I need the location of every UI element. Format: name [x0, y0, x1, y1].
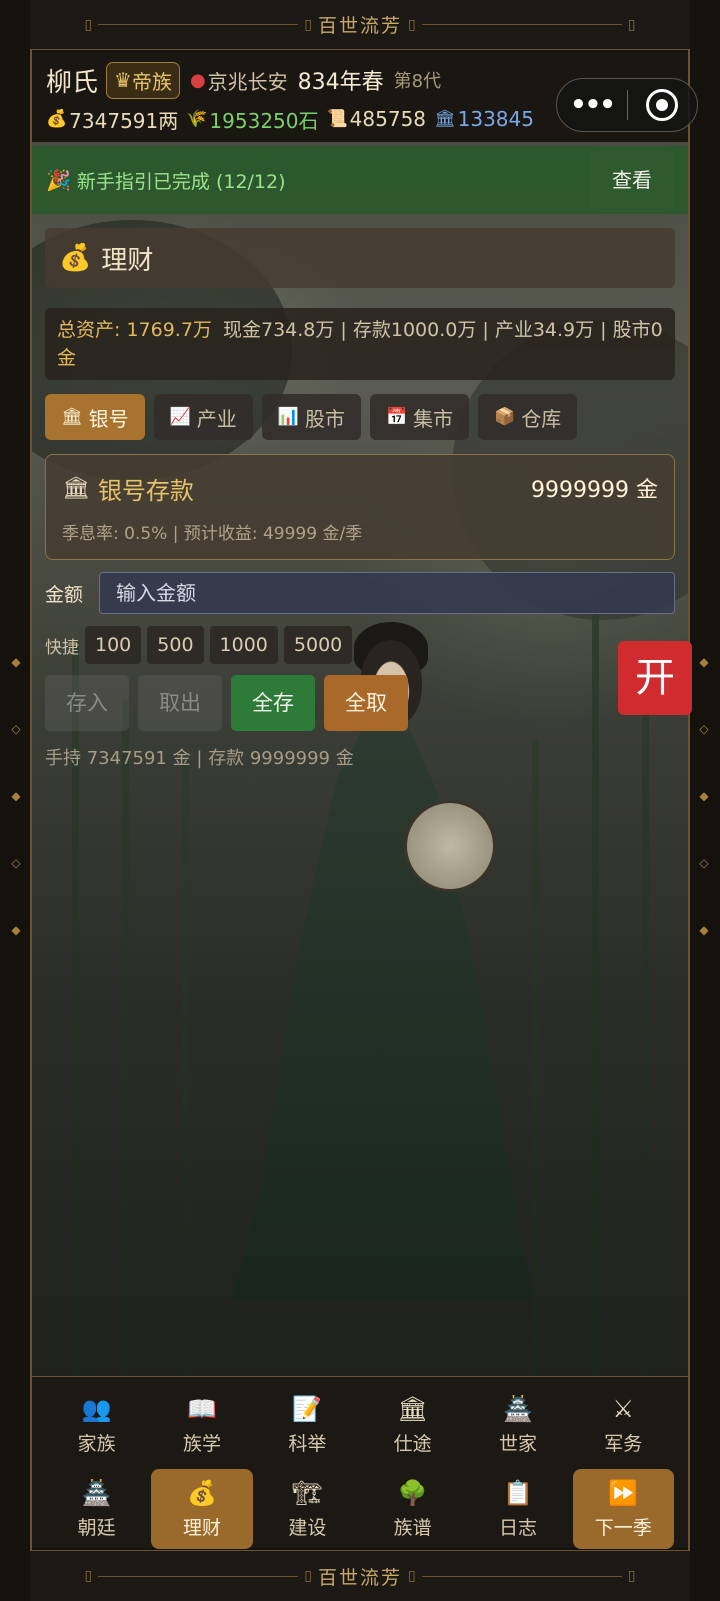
- generation: 第8代: [393, 71, 442, 92]
- nav-school[interactable]: 📖 族学: [151, 1385, 252, 1465]
- guide-bar: 🎉 新手指引已完成 (12/12) 查看: [32, 146, 688, 214]
- silver-resource: 💰 7347591两: [46, 108, 179, 133]
- location: 京兆长安: [207, 69, 288, 94]
- tab-market[interactable]: 📅 集市: [369, 394, 470, 440]
- top-banner: ▯ ▯ 百世流芳 ▯ ▯: [30, 0, 690, 50]
- crown-icon: ♛: [114, 68, 132, 92]
- deposit-button[interactable]: 存入: [45, 675, 129, 731]
- chart-up-icon: 📈: [169, 407, 191, 427]
- bottom-banner: ▯ ▯ 百世流芳 ▯ ▯: [30, 1550, 690, 1601]
- package-icon: 📦: [494, 407, 516, 427]
- palace-icon: 🏯: [81, 1478, 112, 1507]
- open-button[interactable]: 开: [618, 641, 692, 715]
- clan-name: 柳氏: [46, 67, 99, 98]
- next-season-button[interactable]: ⏩ 下一季: [572, 1469, 674, 1549]
- withdraw-button[interactable]: 取出: [138, 675, 222, 731]
- bottom-nav: 👥 家族 📖 族学 📝 科举 🏛 仕途 🏯 世家 ⚔ 军务 🏯 朝廷 💰 理财 …: [32, 1376, 688, 1549]
- miniprogram-capsule: •••: [556, 78, 698, 132]
- nav-construction[interactable]: 🏗 建设: [257, 1469, 358, 1549]
- money-bag-icon: 💰: [46, 109, 68, 129]
- nav-genealogy[interactable]: 🌳 族谱: [362, 1469, 463, 1549]
- game-title: 百世流芳: [317, 15, 402, 37]
- deposit-title: 银号存款: [97, 476, 194, 505]
- bank-icon: 🏛: [61, 407, 83, 427]
- quick-label: 快捷: [45, 637, 79, 658]
- grain-resource: 🌾 1953250石: [186, 108, 319, 133]
- view-guide-button[interactable]: 查看: [590, 151, 674, 209]
- docs-resource: 📜 485758: [326, 107, 427, 131]
- assets-breakdown: 现金734.8万 | 存款1000.0万 | 产业34.9万 | 股市0: [223, 319, 663, 341]
- memo-icon: 📝: [292, 1394, 323, 1423]
- tab-bank[interactable]: 🏛 银号: [45, 394, 145, 440]
- imperial-badge: ♛ 帝族: [106, 61, 180, 99]
- tab-stock[interactable]: 📊 股市: [261, 394, 361, 440]
- assets-summary: 总资产: 1769.7万金 现金734.8万 | 存款1000.0万 | 产业3…: [45, 308, 675, 380]
- fast-forward-icon: ⏩: [608, 1478, 639, 1507]
- deposit-info: 季息率: 0.5% | 预计收益: 49999 金/季: [62, 524, 363, 544]
- amount-label: 金额: [45, 583, 84, 606]
- nav-court[interactable]: 🏯 朝廷: [46, 1469, 147, 1549]
- tab-warehouse[interactable]: 📦 仓库: [478, 394, 578, 440]
- right-decoration: ◆ ◇ ◆ ◇ ◆: [699, 655, 709, 937]
- total-assets: 总资产: 1769.7万金: [57, 319, 212, 369]
- nav-log[interactable]: 📋 日志: [467, 1469, 568, 1549]
- deposit-all-button[interactable]: 全存: [231, 675, 315, 731]
- amount-input[interactable]: 输入金额: [99, 572, 675, 614]
- nav-family[interactable]: 👥 家族: [46, 1385, 147, 1465]
- construction-icon: 🏗: [292, 1478, 323, 1507]
- deposit-card: 🏛 银号存款 9999999 金 季息率: 0.5% | 预计收益: 49999…: [45, 454, 675, 560]
- guide-status: 新手指引已完成 (12/12): [76, 170, 286, 193]
- nav-exam[interactable]: 📝 科举: [257, 1385, 358, 1465]
- year: 834年春: [297, 70, 384, 95]
- book-icon: 📖: [187, 1394, 217, 1423]
- deposit-amount: 9999999 金: [531, 478, 658, 503]
- more-icon[interactable]: •••: [557, 90, 627, 120]
- family-icon: 👥: [81, 1394, 112, 1423]
- finance-tabs: 🏛 银号 📈 产业 📊 股市 📅 集市 📦 仓库: [45, 394, 586, 440]
- tab-industry[interactable]: 📈 产业: [153, 394, 253, 440]
- tree-icon: 🌳: [397, 1478, 428, 1507]
- quick-5000-button[interactable]: 5000: [283, 626, 353, 664]
- location-pin-icon: ●: [189, 69, 206, 91]
- bar-chart-icon: 📊: [277, 407, 299, 427]
- nav-noble-families[interactable]: 🏯 世家: [467, 1385, 568, 1465]
- prestige-resource: 🏛 133845: [434, 107, 534, 131]
- money-bag-icon: 💰: [187, 1478, 217, 1507]
- left-decoration: ◆ ◇ ◆ ◇ ◆: [11, 655, 21, 937]
- quick-amounts: 快捷 100 500 1000 5000: [45, 626, 358, 664]
- nav-finance[interactable]: 💰 理财: [151, 1469, 253, 1549]
- castle-icon: 🏯: [503, 1394, 533, 1423]
- bank-icon: 🏛: [62, 475, 90, 501]
- scroll-icon: 📜: [326, 109, 348, 129]
- amount-row: 金额 输入金额: [45, 571, 675, 615]
- bank-icon: 🏛: [434, 109, 456, 129]
- quick-500-button[interactable]: 500: [147, 626, 204, 664]
- quick-100-button[interactable]: 100: [85, 626, 142, 664]
- badge-label: 帝族: [131, 69, 172, 94]
- target-icon[interactable]: [646, 89, 678, 121]
- calendar-icon: 📅: [385, 407, 408, 427]
- withdraw-all-button[interactable]: 全取: [324, 675, 408, 731]
- money-bag-icon: 💰: [59, 243, 92, 273]
- bank-icon: 🏛: [397, 1394, 428, 1423]
- crossed-swords-icon: ⚔: [612, 1394, 635, 1423]
- finance-header: 💰 理财: [45, 228, 675, 288]
- balance-line: 手持 7347591 金 | 存款 9999999 金: [45, 748, 354, 769]
- action-buttons: 存入 取出 全存 全取: [45, 675, 417, 731]
- clipboard-icon: 📋: [503, 1478, 533, 1507]
- grain-icon: 🌾: [186, 109, 208, 129]
- quick-1000-button[interactable]: 1000: [209, 626, 278, 664]
- nav-career[interactable]: 🏛 仕途: [362, 1385, 463, 1465]
- nav-military[interactable]: ⚔ 军务: [573, 1385, 674, 1465]
- page-title: 理财: [101, 245, 154, 276]
- party-popper-icon: 🎉: [46, 168, 71, 192]
- game-title-bottom: 百世流芳: [317, 1566, 402, 1589]
